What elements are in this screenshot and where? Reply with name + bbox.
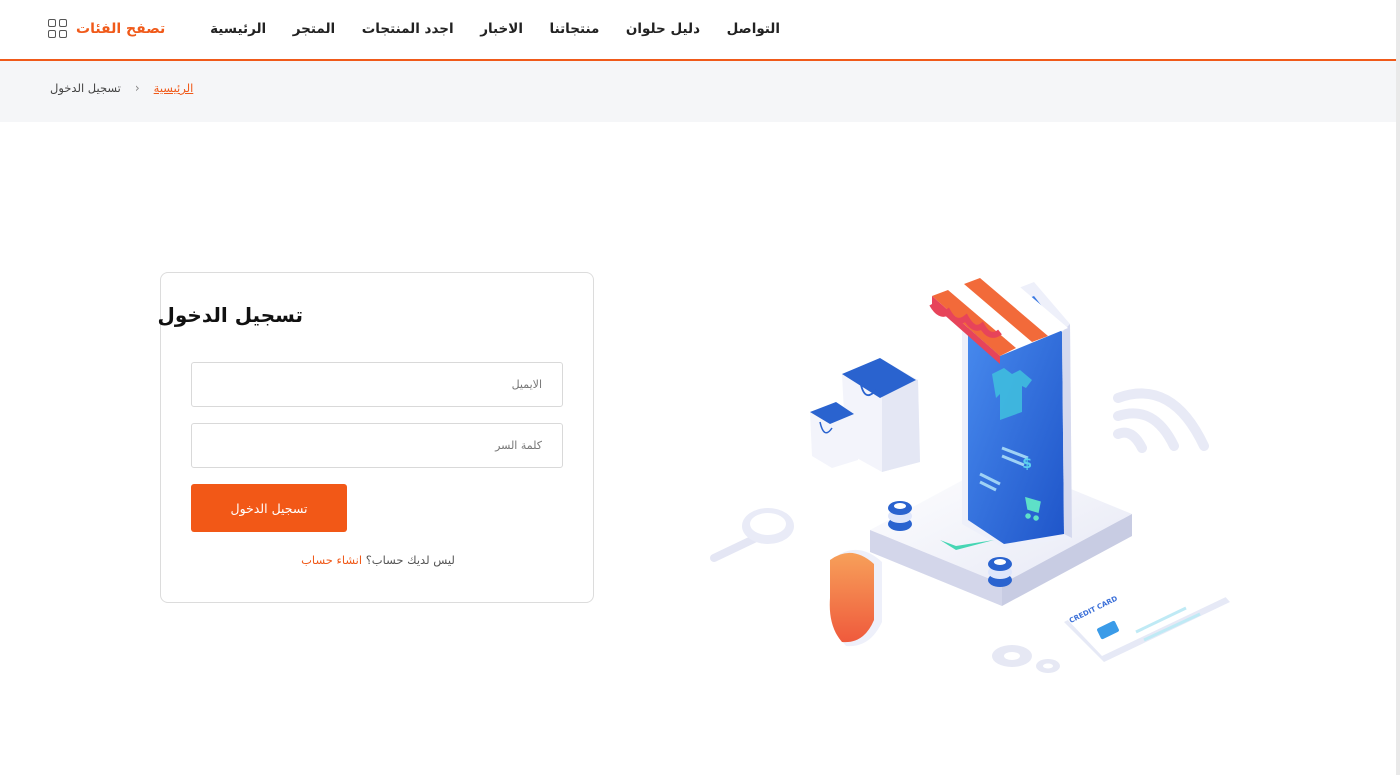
breadcrumb-bar: الرئيسية ‹ تسجيل الدخول xyxy=(0,61,1396,122)
breadcrumb: الرئيسية ‹ تسجيل الدخول xyxy=(50,81,193,95)
main-nav: الرئيسية المتجر اجدد المنتجات الاخبار من… xyxy=(210,18,780,40)
shopping-bags-icon xyxy=(810,358,920,472)
scrollbar-track[interactable] xyxy=(1396,0,1400,775)
nav-item-new-products[interactable]: اجدد المنتجات xyxy=(362,21,454,37)
nav-item-home[interactable]: الرئيسية xyxy=(210,21,266,37)
nav-item-news[interactable]: الاخبار xyxy=(480,21,523,37)
shopping-illustration: $ CREDIT CARD xyxy=(710,270,1230,673)
nav-item-contact[interactable]: التواصل xyxy=(727,21,780,37)
nav-item-helwan-guide[interactable]: دليل حلوان xyxy=(626,21,700,37)
browse-categories-label: تصفح الفئات xyxy=(76,21,166,37)
dollar-icon: $ xyxy=(1022,456,1032,472)
magnifier-icon xyxy=(710,508,794,562)
login-submit-button[interactable]: تسجيل الدخول xyxy=(191,484,347,532)
nav-item-store[interactable]: المتجر xyxy=(293,21,335,37)
gears-icon xyxy=(992,645,1060,673)
login-title: تسجيل الدخول xyxy=(157,303,303,327)
wifi-icon xyxy=(1113,388,1209,453)
email-input[interactable] xyxy=(191,362,563,407)
nav-item-our-products[interactable]: منتجاتنا xyxy=(550,21,600,37)
breadcrumb-home-link[interactable]: الرئيسية xyxy=(154,81,194,95)
login-card: تسجيل الدخول تسجيل الدخول ليس لديك حساب؟… xyxy=(157,272,595,603)
breadcrumb-current: تسجيل الدخول xyxy=(50,81,121,95)
chevron-left-icon: ‹ xyxy=(134,81,140,95)
browse-categories-button[interactable]: تصفح الفئات xyxy=(48,17,165,41)
signup-prompt: ليس لديك حساب؟ انشاء حساب xyxy=(161,553,595,567)
signup-prompt-text: ليس لديك حساب؟ xyxy=(365,553,455,567)
site-header: الرئيسية المتجر اجدد المنتجات الاخبار من… xyxy=(0,0,1396,61)
credit-card-icon: CREDIT CARD xyxy=(1064,552,1230,662)
grid-icon xyxy=(48,19,68,39)
create-account-link[interactable]: انشاء حساب xyxy=(301,553,362,567)
shield-icon xyxy=(829,549,882,647)
password-input[interactable] xyxy=(191,423,563,468)
